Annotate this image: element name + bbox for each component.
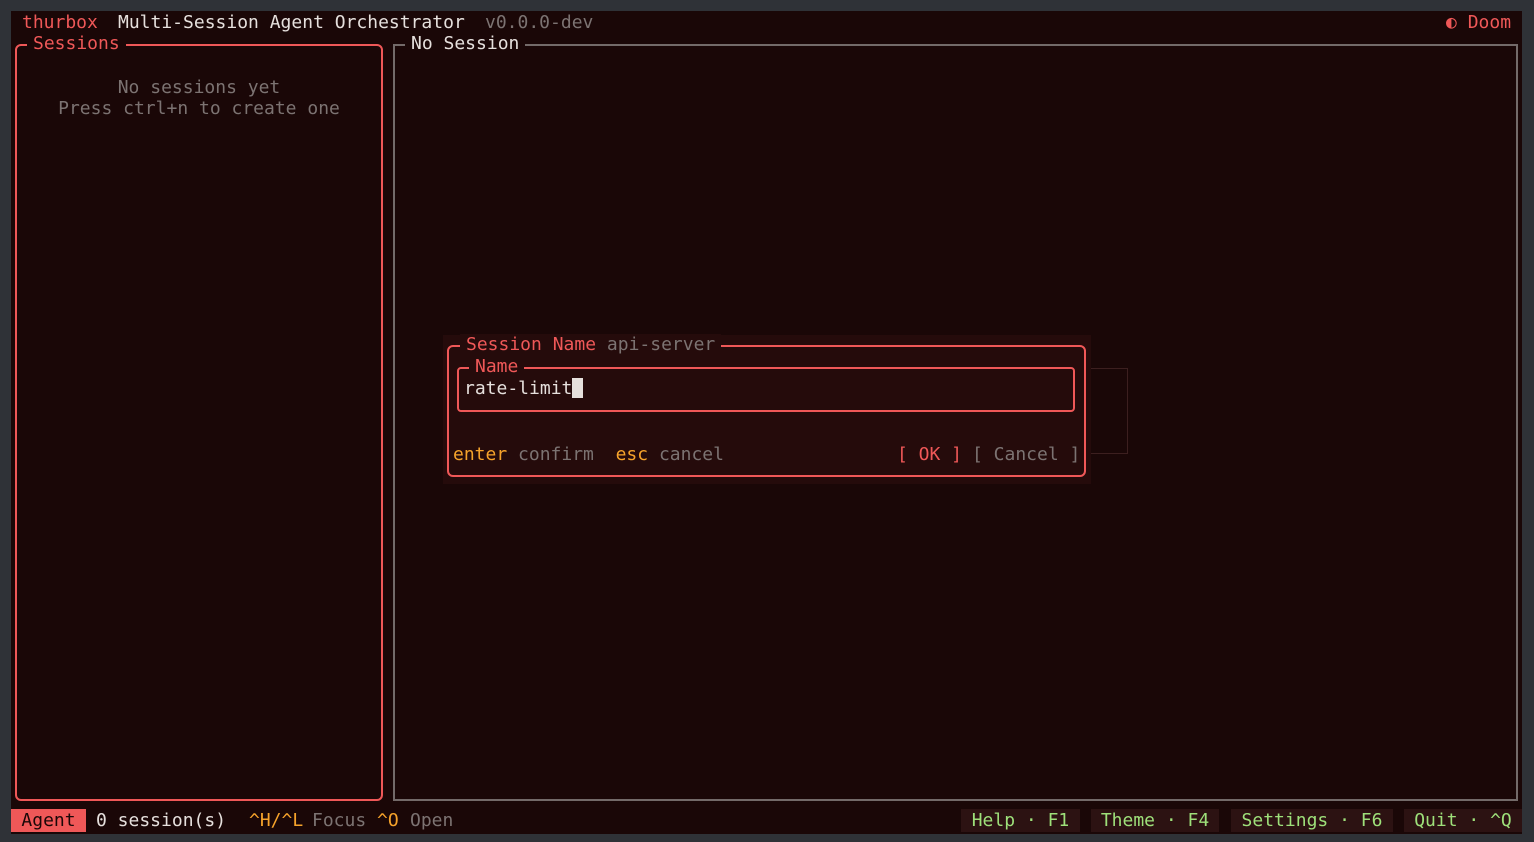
dialog-title: Session Name api-server <box>460 334 722 356</box>
app-subtitle: Multi-Session Agent Orchestrator <box>118 12 465 33</box>
session-count: 0 session(s) <box>96 810 227 831</box>
empty-state-message: No sessions yet <box>117 77 281 98</box>
background-box <box>1088 368 1128 454</box>
settings-button[interactable]: Settings · F6 <box>1231 809 1393 832</box>
name-field-label: Name <box>469 356 525 378</box>
name-input-value: rate-limit <box>464 378 573 399</box>
mode-badge: Agent <box>11 809 86 832</box>
esc-key-hint: esc <box>615 444 649 465</box>
cancel-button[interactable]: [ Cancel ] <box>972 444 1080 466</box>
enter-key-action: confirm <box>518 444 594 465</box>
dialog-project-name: api-server <box>606 334 716 355</box>
text-cursor <box>572 378 584 398</box>
name-input-box[interactable]: Name rate-limit <box>457 356 1075 412</box>
theme-name: Doom <box>1467 12 1512 33</box>
theme-button[interactable]: Theme · F4 <box>1091 809 1219 832</box>
name-input[interactable]: rate-limit <box>464 378 584 400</box>
dialog-title-label: Session Name <box>466 334 597 355</box>
ok-button[interactable]: [ OK ] <box>897 444 962 466</box>
sessions-panel[interactable]: Sessions No sessions yet Press ctrl+n to… <box>15 33 383 801</box>
focus-label: Focus <box>312 810 367 831</box>
status-bar: Agent 0 session(s) ^H/^L Focus ^O Open H… <box>11 809 1522 832</box>
enter-key-hint: enter <box>453 444 508 465</box>
app-name: thurbox <box>22 12 98 33</box>
focus-key: ^H/^L <box>249 810 304 831</box>
theme-indicator[interactable]: ◐ Doom <box>1446 12 1511 34</box>
empty-state-hint: Press ctrl+n to create one <box>58 98 340 119</box>
help-button[interactable]: Help · F1 <box>961 809 1080 832</box>
open-label: Open <box>410 810 454 831</box>
dialog-hints: enter confirm esc cancel <box>453 444 724 466</box>
session-view-title: No Session <box>405 33 526 55</box>
sessions-panel-title: Sessions <box>27 33 126 55</box>
quit-button[interactable]: Quit · ^Q <box>1404 809 1522 832</box>
open-key: ^O <box>377 810 399 831</box>
terminal-window: thurbox Multi-Session Agent Orchestrator… <box>11 11 1522 834</box>
esc-key-action: cancel <box>658 444 724 465</box>
moon-icon: ◐ <box>1446 12 1457 33</box>
app-version: v0.0.0-dev <box>485 12 594 33</box>
